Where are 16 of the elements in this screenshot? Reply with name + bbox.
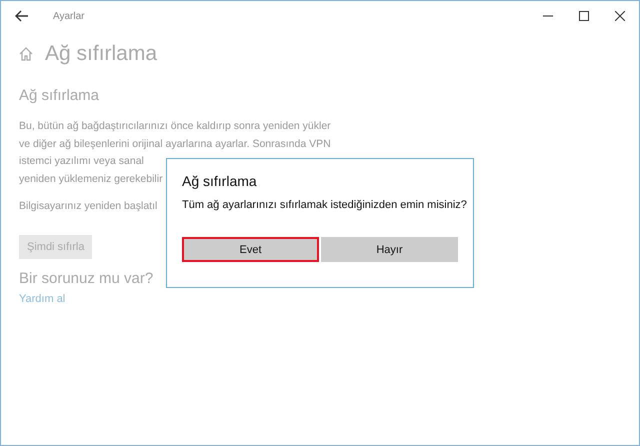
no-button[interactable]: Hayır bbox=[321, 237, 458, 262]
description-text: yeniden yüklemeniz gerekebilir bbox=[19, 172, 163, 186]
dialog-message: Tüm ağ ayarlarınızı sıfırlamak istediğinizden emin misiniz? bbox=[182, 198, 467, 212]
back-arrow-icon[interactable] bbox=[15, 10, 29, 22]
yes-button[interactable]: Evet bbox=[182, 237, 319, 262]
close-icon[interactable] bbox=[615, 11, 625, 21]
section-title: Ağ sıfırlama bbox=[19, 87, 100, 104]
description-text: Bu, bütün ağ bağdaştırıcılarınızı önce kaldırıp sonra yeniden yükler bbox=[19, 119, 331, 134]
description-text: ve diğer ağ bileşenlerini orijinal ayarlarına ayarlar. Sonrasında VPN bbox=[19, 136, 331, 152]
help-title: Bir sorunuz mu var? bbox=[19, 270, 154, 286]
maximize-icon[interactable] bbox=[579, 11, 589, 21]
restart-note: Bilgisayarınız yeniden başlatıl bbox=[19, 199, 158, 214]
window-title: Ayarlar bbox=[53, 10, 86, 22]
page-title: Ağ sıfırlama bbox=[45, 42, 158, 66]
description-text: istemci yazılımı veya sanal bbox=[19, 154, 144, 169]
dialog-title: Ağ sıfırlama bbox=[182, 173, 258, 189]
